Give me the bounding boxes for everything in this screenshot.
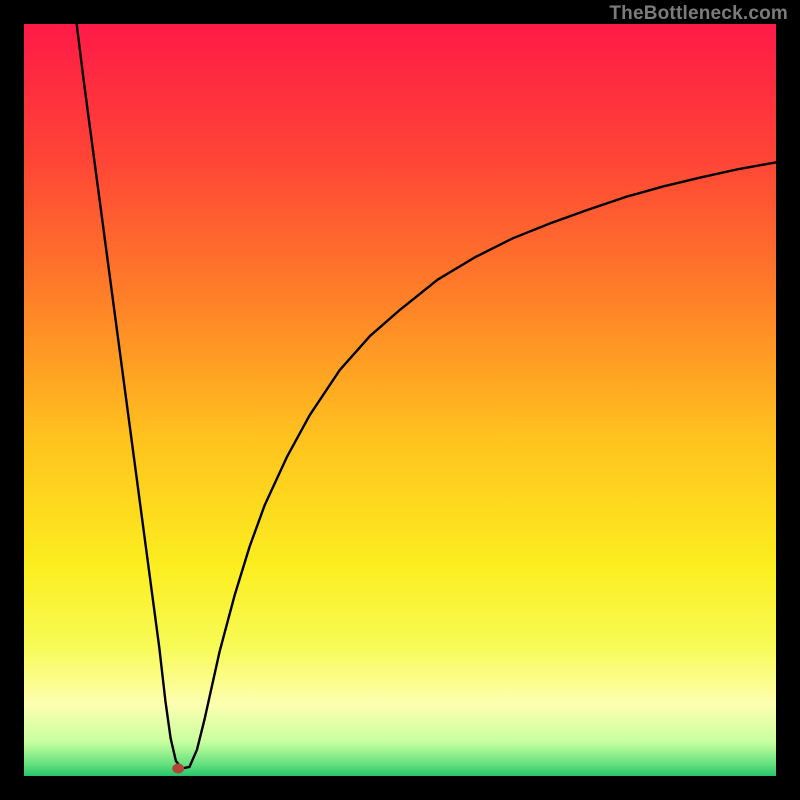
gradient-background <box>24 24 776 776</box>
operating-point-marker <box>172 763 184 773</box>
chart-container: TheBottleneck.com <box>0 0 800 800</box>
bottleneck-chart <box>24 24 776 776</box>
watermark-text: TheBottleneck.com <box>609 3 788 25</box>
